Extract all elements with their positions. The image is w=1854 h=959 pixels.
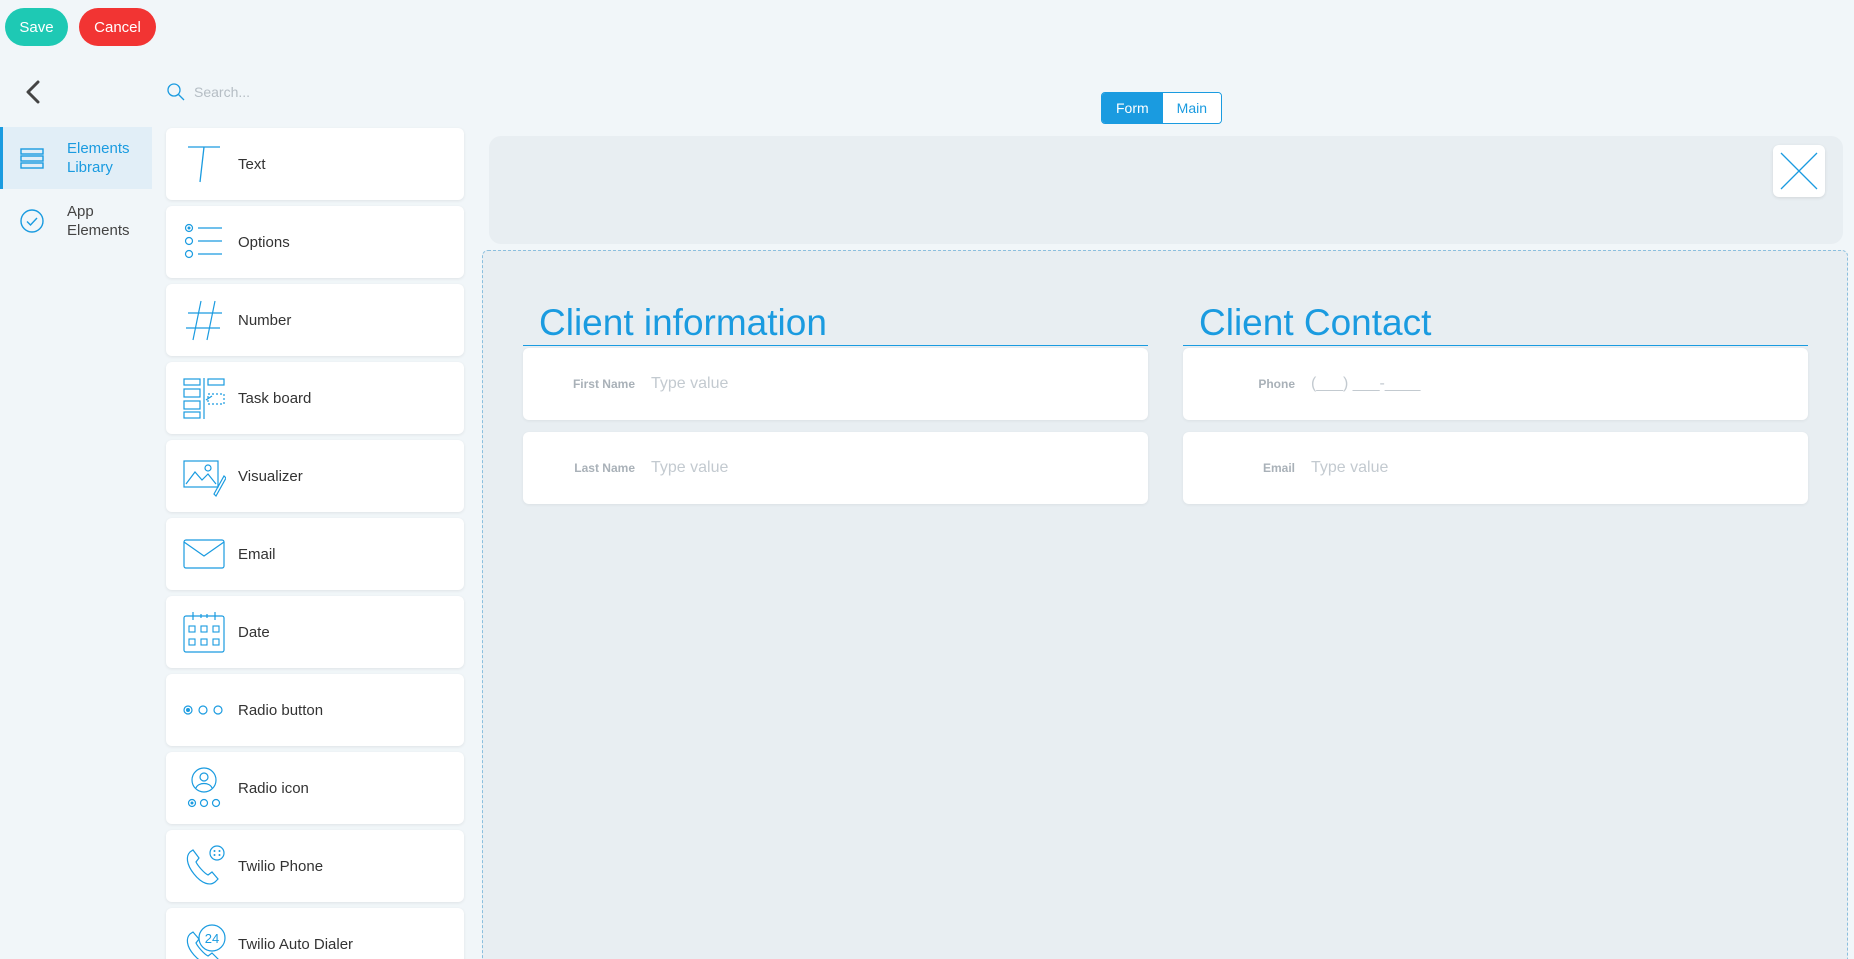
sidebar-item-label: Elements Library — [67, 140, 130, 176]
layers-icon — [20, 148, 44, 169]
library-item-twilio-phone[interactable]: Twilio Phone — [166, 830, 464, 902]
check-circle-icon — [20, 208, 44, 233]
form-section-client-information: Client information First Name Type value… — [523, 300, 1148, 504]
library-item-label: Radio button — [238, 701, 324, 719]
search-input[interactable] — [194, 84, 454, 100]
close-button[interactable] — [1773, 145, 1825, 197]
sidebar-item-elements-library[interactable]: Elements Library — [0, 127, 152, 189]
elements-library-list: Text Options Number Task board Visualize… — [166, 128, 464, 959]
field-placeholder: Type value — [651, 459, 729, 476]
field-label: Phone — [1258, 377, 1295, 391]
user-radio-icon — [187, 767, 221, 808]
library-item-label: Number — [238, 311, 292, 329]
field-label: Last Name — [574, 461, 635, 475]
form-section-client-contact: Client Contact Phone (___) ___-____ Emai… — [1183, 300, 1808, 504]
library-item-label: Text — [238, 155, 266, 173]
field-label: Email — [1262, 461, 1295, 475]
library-item-radio-button[interactable]: Radio button — [166, 674, 464, 746]
library-item-label: Twilio Auto Dialer — [238, 935, 354, 953]
text-icon — [188, 146, 220, 183]
last-name-field[interactable]: Last Name Type value — [523, 432, 1148, 504]
form-header-panel[interactable] — [489, 136, 1843, 244]
hash-icon — [186, 300, 222, 341]
phone-field[interactable]: Phone (___) ___-____ — [1183, 348, 1808, 420]
task-board-icon — [183, 378, 225, 419]
search-bar — [166, 80, 466, 104]
library-item-number[interactable]: Number — [166, 284, 464, 356]
first-name-field[interactable]: First Name Type value — [523, 348, 1148, 420]
library-item-label: Twilio Phone — [238, 857, 324, 875]
sidebar-item-label: App Elements — [67, 202, 130, 239]
phone-icon — [186, 845, 225, 885]
library-item-task-board[interactable]: Task board — [166, 362, 464, 434]
library-item-text[interactable]: Text — [166, 128, 464, 200]
library-item-label: Radio icon — [238, 779, 309, 797]
tab-form[interactable]: Form — [1102, 93, 1163, 123]
close-icon — [1780, 152, 1818, 190]
email-field[interactable]: Email Type value — [1183, 432, 1808, 504]
back-chevron-icon[interactable] — [22, 80, 46, 104]
envelope-icon — [183, 539, 225, 569]
library-item-label: Email — [238, 545, 276, 563]
library-item-label: Options — [238, 233, 290, 251]
field-placeholder: Type value — [1311, 459, 1389, 476]
view-toggle: Form Main — [1101, 92, 1223, 124]
radio-dots-icon — [183, 705, 223, 715]
library-item-options[interactable]: Options — [166, 206, 464, 278]
section-title: Client Contact — [1183, 300, 1808, 346]
section-title: Client information — [523, 300, 1148, 346]
library-item-twilio-auto-dialer[interactable]: 24 Twilio Auto Dialer — [166, 908, 464, 959]
image-pen-icon — [183, 460, 226, 497]
library-item-radio-icon[interactable]: Radio icon — [166, 752, 464, 824]
svg-text:24: 24 — [205, 931, 219, 946]
search-icon — [167, 83, 185, 101]
phone-24-icon: 24 — [186, 924, 226, 959]
library-item-label: Date — [238, 623, 270, 641]
options-list-icon — [184, 223, 222, 259]
library-item-label: Visualizer — [238, 467, 303, 485]
field-label: First Name — [572, 377, 635, 391]
library-item-email[interactable]: Email — [166, 518, 464, 590]
save-button[interactable]: Save — [5, 8, 68, 46]
sidebar-item-app-elements[interactable]: App Elements — [0, 192, 152, 249]
calendar-icon — [183, 612, 225, 653]
tab-main[interactable]: Main — [1162, 93, 1222, 123]
library-item-visualizer[interactable]: Visualizer — [166, 440, 464, 512]
library-item-date[interactable]: Date — [166, 596, 464, 668]
field-placeholder: Type value — [651, 375, 729, 392]
cancel-button[interactable]: Cancel — [79, 8, 156, 46]
library-item-label: Task board — [238, 389, 312, 407]
field-placeholder: (___) ___-____ — [1311, 375, 1421, 392]
